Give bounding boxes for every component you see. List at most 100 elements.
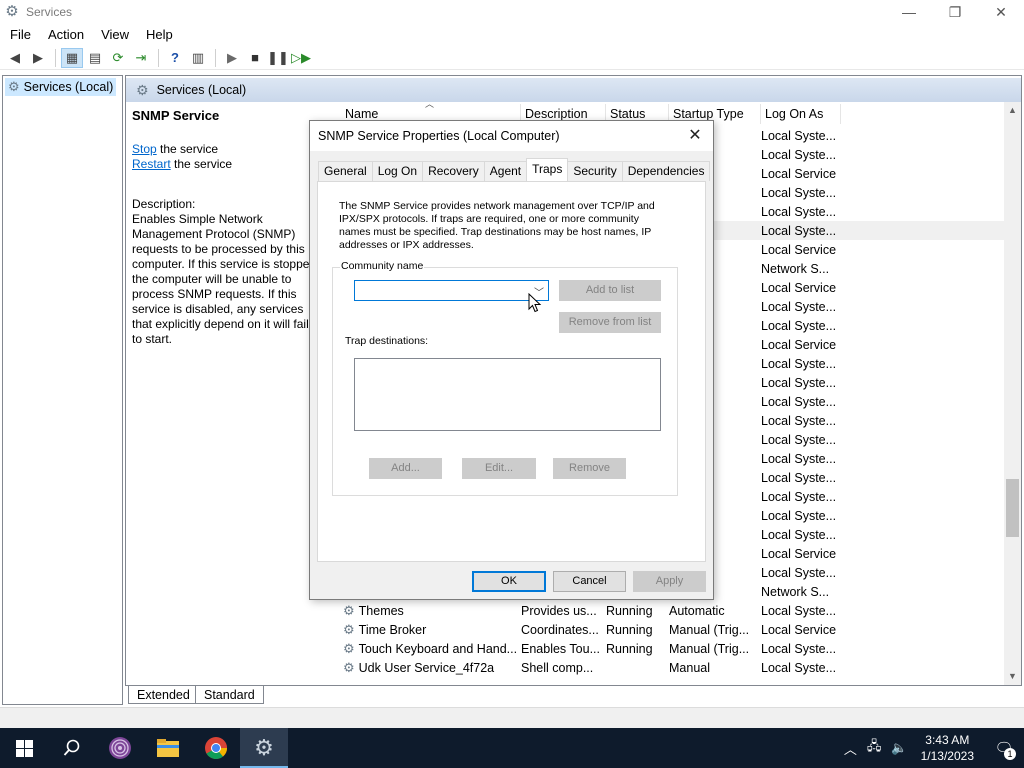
community-groupbox: Community name ﹀ Add to list Remove from… (332, 260, 678, 496)
edit-destination-button[interactable]: Edit... (462, 458, 536, 479)
column-header-log-on-as[interactable]: Log On As (761, 104, 841, 124)
service-logon-cell: Local Syste... (761, 375, 837, 390)
service-logon-cell: Local Syste... (761, 565, 837, 580)
table-row[interactable]: ⚙ Themes Provides us... Running Automatic Loc… (331, 601, 1021, 620)
trap-destinations-label: Trap destinations: (345, 335, 429, 347)
scroll-up-icon[interactable]: ▲ (1004, 102, 1021, 119)
notification-center-icon[interactable]: 🗨 1 (984, 728, 1024, 768)
service-gear-icon: ⚙ (343, 602, 355, 618)
service-status-cell: Running (606, 622, 653, 637)
windows-start-icon[interactable] (0, 728, 48, 768)
apply-button[interactable]: Apply (633, 571, 706, 592)
menu-action[interactable]: Action (38, 27, 91, 42)
refresh-icon[interactable]: ⟳ (107, 48, 129, 68)
menu-help[interactable]: Help (136, 27, 180, 42)
tab-traps[interactable]: Traps (526, 158, 569, 181)
clock-date: 1/13/2023 (920, 749, 974, 763)
tab-general[interactable]: General (318, 161, 373, 181)
service-logon-cell: Local Syste... (761, 223, 837, 238)
maximize-button[interactable]: ❐ (932, 0, 978, 24)
toolbar: ◀ ▶ ▦ ▤ ⟳ ⇥ ? ▥ ▶ ■ ❚❚ ▷▶ (0, 46, 1024, 70)
chevron-up-icon[interactable]: ︿ (844, 739, 857, 758)
back-arrow-icon[interactable]: ◀ (4, 48, 26, 68)
service-description-cell: Enables Tou... (521, 641, 600, 656)
show-hide-console-tree-icon[interactable]: ▦ (61, 47, 83, 68)
minimize-button[interactable]: — (886, 0, 932, 24)
services-taskbar-gear-icon[interactable]: ⚙ (240, 728, 288, 768)
service-logon-cell: Local Service (761, 546, 837, 561)
stop-service-link[interactable]: Stop (132, 142, 157, 156)
service-logon-cell: Local Syste... (761, 641, 837, 656)
export-list-icon[interactable]: ⇥ (130, 48, 152, 68)
service-logon-cell: Local Service (761, 337, 837, 352)
chrome-icon[interactable] (192, 728, 240, 768)
service-logon-cell: Local Syste... (761, 394, 837, 409)
tor-browser-icon[interactable] (96, 728, 144, 768)
services-gear-icon: ⚙ (136, 81, 149, 98)
network-icon[interactable]: 🖧 (867, 737, 882, 759)
trap-destinations-list[interactable] (354, 358, 661, 431)
service-description-cell: Coordinates... (521, 622, 599, 637)
window-title: Services (26, 5, 73, 19)
add-to-list-button[interactable]: Add to list (559, 280, 661, 301)
add-destination-button[interactable]: Add... (369, 458, 442, 479)
pause-service-icon[interactable]: ❚❚ (267, 48, 289, 68)
remove-destination-button[interactable]: Remove (553, 458, 626, 479)
community-name-combobox[interactable]: ﹀ (354, 280, 549, 301)
vertical-scrollbar[interactable]: ▲ ▼ (1004, 102, 1021, 685)
tab-recovery[interactable]: Recovery (422, 161, 485, 181)
restart-service-link[interactable]: Restart (132, 157, 171, 171)
stop-service-icon[interactable]: ■ (244, 48, 266, 68)
service-name-cell: ⚙ Themes (343, 602, 404, 618)
file-explorer-icon[interactable] (144, 728, 192, 768)
action-pane-icon[interactable]: ▥ (187, 48, 209, 68)
service-logon-cell: Local Service (761, 622, 837, 637)
scroll-thumb[interactable] (1006, 479, 1019, 537)
service-logon-cell: Local Syste... (761, 185, 837, 200)
close-window-button[interactable]: ✕ (978, 0, 1024, 24)
selected-service-name: SNMP Service (132, 108, 220, 123)
properties-icon[interactable]: ▤ (84, 48, 106, 68)
taskbar: ⚙ ︿ 🖧 🔈 3:43 AM 1/13/2023 🗨 1 (0, 728, 1024, 768)
tab-dependencies[interactable]: Dependencies (621, 161, 711, 181)
toolbar-separator (215, 48, 216, 67)
tab-extended[interactable]: Extended (128, 686, 199, 704)
service-logon-cell: Local Syste... (761, 356, 837, 371)
menu-view[interactable]: View (91, 27, 136, 42)
service-description: Enables Simple Network Management Protoc… (132, 212, 320, 346)
search-icon[interactable] (48, 728, 96, 768)
service-status-cell: Running (606, 641, 653, 656)
ok-button[interactable]: OK (472, 571, 546, 592)
service-logon-cell: Local Service (761, 166, 837, 181)
scroll-down-icon[interactable]: ▼ (1004, 668, 1021, 685)
cancel-button[interactable]: Cancel (553, 571, 626, 592)
tab-standard[interactable]: Standard (195, 686, 264, 704)
menu-bar: File Action View Help (0, 24, 1024, 44)
start-service-icon[interactable]: ▶ (221, 48, 243, 68)
menu-file[interactable]: File (0, 27, 38, 42)
table-row[interactable]: ⚙ Time Broker Coordinates... Running Manual … (331, 620, 1021, 639)
mouse-pointer-icon (528, 293, 542, 313)
clock[interactable]: 3:43 AM 1/13/2023 (921, 732, 974, 764)
forward-arrow-icon[interactable]: ▶ (27, 48, 49, 68)
remove-from-list-button[interactable]: Remove from list (559, 312, 661, 333)
tab-security[interactable]: Security (567, 161, 623, 181)
service-status-cell: Running (606, 603, 653, 618)
help-icon[interactable]: ? (164, 48, 186, 68)
window-controls: — ❐ ✕ (886, 0, 1024, 24)
service-gear-icon: ⚙ (343, 621, 355, 637)
service-logon-cell: Local Syste... (761, 603, 837, 618)
service-logon-cell: Network S... (761, 261, 830, 276)
traps-intro-text: The SNMP Service provides network manage… (339, 200, 655, 251)
close-icon[interactable]: ✕ (685, 126, 705, 146)
service-description-cell: Shell comp... (521, 660, 594, 675)
tree-item-services-local[interactable]: ⚙ Services (Local) (5, 78, 117, 96)
volume-icon[interactable]: 🔈 (891, 740, 907, 756)
restart-service-icon[interactable]: ▷▶ (290, 48, 312, 68)
table-row[interactable]: ⚙ Udk User Service_4f72a Shell comp... Manu… (331, 658, 1021, 677)
toolbar-separator (158, 48, 159, 67)
community-name-label: Community name (340, 260, 425, 272)
tab-agent[interactable]: Agent (483, 161, 528, 181)
table-row[interactable]: ⚙ Touch Keyboard and Hand... Enables Tou..… (331, 639, 1021, 658)
tab-log-on[interactable]: Log On (371, 161, 424, 181)
